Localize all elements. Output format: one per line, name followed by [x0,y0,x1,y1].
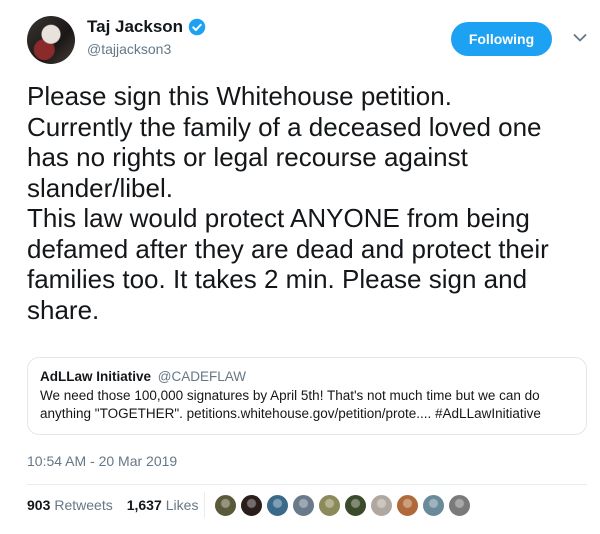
liker-avatar[interactable] [318,494,341,517]
liker-avatar[interactable] [370,494,393,517]
liker-avatar[interactable] [396,494,419,517]
liker-avatar[interactable] [422,494,445,517]
retweets-stat[interactable]: 903 Retweets [27,497,113,513]
liker-avatars [214,494,474,517]
liker-avatar[interactable] [344,494,367,517]
tweet-stats: 903 Retweets 1,637 Likes [27,497,198,513]
liker-avatar[interactable] [448,494,471,517]
quoted-tweet-handle: @CADEFLAW [157,369,246,384]
likes-stat[interactable]: 1,637 Likes [127,497,199,513]
tweet-timestamp[interactable]: 10:54 AM - 20 Mar 2019 [27,453,177,469]
tweet-text: Please sign this Whitehouse petition. Cu… [27,81,549,325]
author-handle[interactable]: @tajjackson3 [87,41,206,57]
quoted-tweet-header: AdLLaw Initiative @CADEFLAW [40,369,574,384]
author-name-row: Taj Jackson [87,16,206,38]
quoted-tweet[interactable]: AdLLaw Initiative @CADEFLAW We need thos… [27,357,587,435]
likes-label: Likes [165,497,199,513]
divider [27,484,587,485]
retweets-count: 903 [27,497,51,513]
liker-avatar[interactable] [240,494,263,517]
chevron-down-icon[interactable] [573,33,587,43]
liker-avatar[interactable] [214,494,237,517]
retweets-label: Retweets [54,497,113,513]
likes-count: 1,637 [126,497,162,513]
stats-separator [204,492,205,518]
author-avatar[interactable] [27,16,75,64]
following-button[interactable]: Following [451,22,552,56]
quoted-tweet-name: AdLLaw Initiative [40,369,152,384]
author-name[interactable]: Taj Jackson [87,17,183,37]
verified-badge-icon [188,18,206,36]
liker-avatar[interactable] [266,494,289,517]
author-info: Taj Jackson @tajjackson3 [87,16,206,57]
quoted-tweet-text: We need those 100,000 signatures by Apri… [40,388,541,421]
liker-avatar[interactable] [292,494,315,517]
